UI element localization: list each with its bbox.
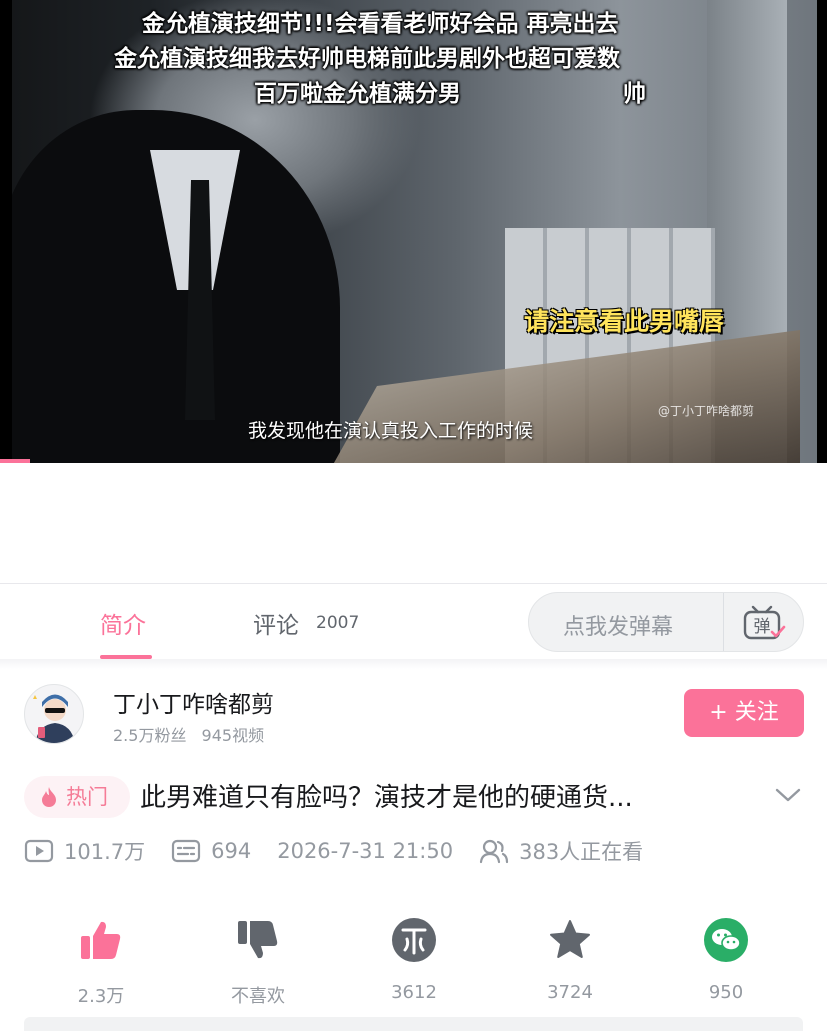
thumbs-up-icon xyxy=(81,921,121,959)
uploader-video-count: 945视频 xyxy=(201,726,265,745)
danmaku-settings-button[interactable]: 弹 xyxy=(741,603,787,643)
follow-button[interactable]: + 关注 xyxy=(684,689,804,737)
hot-badge-label: 热门 xyxy=(66,785,108,809)
video-subtitle: 我发现他在演认真投入工作的时候 xyxy=(248,420,534,442)
like-count: 2.3万 xyxy=(77,986,125,1007)
tab-comments[interactable]: 评论 xyxy=(253,606,299,640)
bottom-panel xyxy=(24,1017,803,1031)
dislike-label: 不喜欢 xyxy=(231,986,285,1007)
share-button[interactable]: 950 xyxy=(676,916,776,1003)
danmaku-line: 帅 xyxy=(623,81,646,107)
video-watermark: @丁小丁咋啥都剪 xyxy=(658,404,755,418)
video-edge-right xyxy=(817,0,827,463)
people-icon xyxy=(479,839,509,864)
danmaku-count-value: 694 xyxy=(211,839,252,863)
dislike-button[interactable]: 不喜欢 xyxy=(208,916,308,1008)
flame-icon xyxy=(42,787,56,807)
video-caption-highlight: 请注意看此男嘴唇 xyxy=(524,307,725,336)
danmaku-input[interactable]: 点我发弹幕 弹 xyxy=(528,592,804,652)
watching-count-value: 383人正在看 xyxy=(519,840,644,864)
hot-badge[interactable]: 热门 xyxy=(24,776,130,818)
chevron-down-icon[interactable] xyxy=(774,786,802,804)
avatar-illustration xyxy=(33,694,75,743)
danmaku-button-label: 弹 xyxy=(754,617,771,637)
watching-count: 383人正在看 xyxy=(479,836,643,866)
avatar[interactable] xyxy=(24,684,84,744)
uploader-name[interactable]: 丁小丁咋啥都剪 xyxy=(113,685,274,719)
tab-intro[interactable]: 简介 xyxy=(100,606,146,640)
danmaku-tv-icon: 弹 xyxy=(743,605,786,640)
star-icon xyxy=(550,920,590,958)
coin-icon xyxy=(392,918,436,962)
video-stats: 101.7万 694 2026-7-31 21:50 383人正在看 xyxy=(24,833,669,869)
video-progress-bar[interactable] xyxy=(0,459,30,463)
favorite-button[interactable]: 3724 xyxy=(520,916,620,1003)
play-count-value: 101.7万 xyxy=(64,840,146,864)
like-button[interactable]: 2.3万 xyxy=(51,916,151,1008)
danmaku-line: 金允植演技细我去好帅电梯前此男剧外也超可爱数 xyxy=(114,46,620,72)
wechat-icon xyxy=(704,918,748,962)
coin-button[interactable]: 3612 xyxy=(364,916,464,1003)
danmaku-icon xyxy=(172,839,201,863)
favorite-count: 3724 xyxy=(547,982,593,1003)
danmaku-line: 金允植演技细节!!!会看看老师好会品 再亮出去 xyxy=(142,11,619,37)
thumbs-down-icon xyxy=(238,921,278,959)
danmaku-count: 694 xyxy=(171,839,251,863)
tab-bar-shadow xyxy=(0,659,827,669)
play-count: 101.7万 xyxy=(24,836,145,866)
danmaku-line: 百万啦金允植满分男 xyxy=(254,81,461,107)
publish-time-value: 2026-7-31 21:50 xyxy=(277,839,454,863)
video-player[interactable]: 金允植演技细节!!!会看看老师好会品 再亮出去 金允植演技细我去好帅电梯前此男剧… xyxy=(0,0,827,463)
play-icon xyxy=(24,839,54,863)
danmaku-input-placeholder: 点我发弹幕 xyxy=(563,615,674,640)
uploader-fans: 2.5万粉丝 xyxy=(113,726,187,745)
tab-comments-count: 2007 xyxy=(316,613,360,633)
tab-bar: 简介 评论 2007 点我发弹幕 弹 xyxy=(0,583,827,659)
divider xyxy=(723,593,724,651)
publish-time: 2026-7-31 21:50 xyxy=(277,839,453,863)
coin-count: 3612 xyxy=(391,982,437,1003)
video-edge-left xyxy=(0,0,12,463)
uploader-meta: 2.5万粉丝 945视频 xyxy=(113,722,264,746)
share-count: 950 xyxy=(708,982,744,1003)
video-title: 此男难道只有脸吗？演技才是他的硬通货... xyxy=(140,783,633,813)
